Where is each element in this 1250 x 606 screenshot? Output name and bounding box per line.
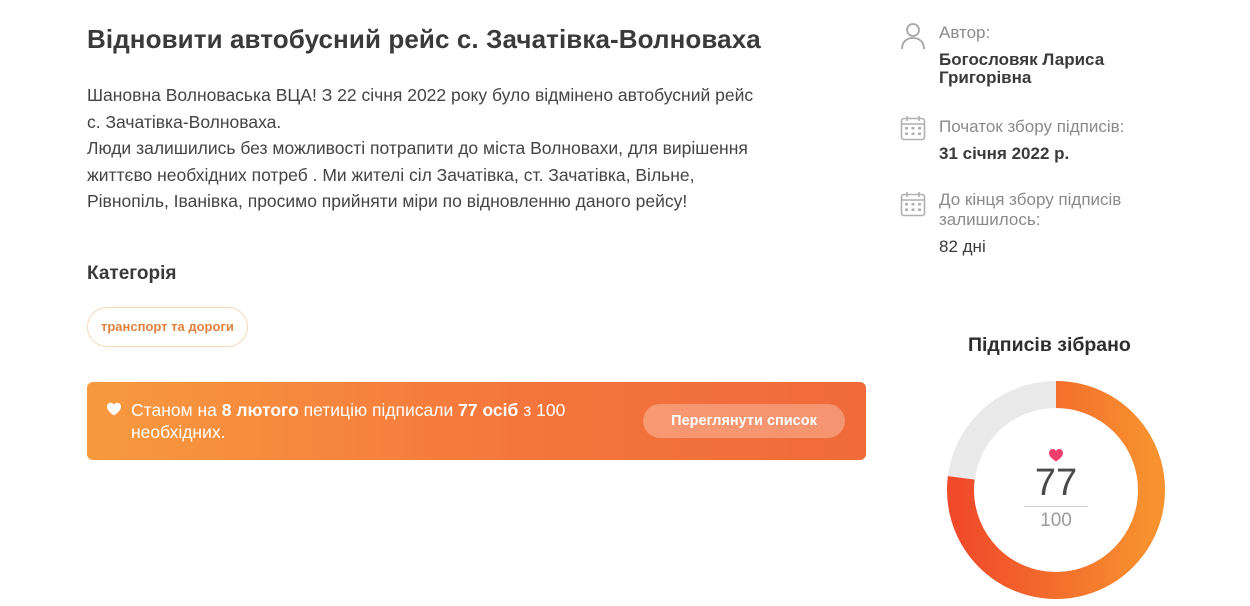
author-name-line: Григорівна bbox=[939, 68, 1032, 87]
remaining-label-line: До кінця збору підписів bbox=[939, 190, 1122, 209]
author-label: Автор: bbox=[939, 23, 991, 42]
start-date-label: Початок збору підписів: bbox=[939, 117, 1125, 136]
remaining-label-line: залишилось: bbox=[939, 210, 1041, 229]
description-line: життєво необхідних потреб . Ми жителі сі… bbox=[87, 164, 695, 185]
divider bbox=[1024, 506, 1088, 507]
calendar-icon bbox=[900, 115, 926, 141]
banner-count: 77 осіб bbox=[458, 400, 519, 420]
user-icon bbox=[900, 22, 926, 50]
description-line: Шановна Волноваська ВЦА! З 22 січня 2022… bbox=[87, 85, 754, 105]
banner-text: Станом на 8 лютого петицію підписали 77 … bbox=[131, 399, 631, 443]
author-name-line: Богословяк Лариса bbox=[939, 50, 1105, 69]
banner-text-prefix: Станом на bbox=[131, 400, 217, 420]
calendar-icon bbox=[900, 191, 926, 217]
signatures-progress-ring: 77 100 bbox=[946, 380, 1166, 600]
banner-date: 8 лютого bbox=[221, 400, 299, 420]
signature-status-banner: Станом на 8 лютого петицію підписали 77 … bbox=[87, 382, 866, 460]
signatures-required: 100 bbox=[1040, 510, 1072, 531]
description-line: Люди залишились без можливості потрапити… bbox=[87, 138, 748, 158]
remaining-value: 82 дні bbox=[939, 237, 986, 256]
view-signers-button[interactable]: Переглянути список bbox=[643, 404, 845, 438]
heart-icon bbox=[1048, 448, 1064, 462]
start-date-value: 31 січня 2022 р. bbox=[939, 144, 1070, 163]
page-title: Відновити автобусний рейс с. Зачатівка-В… bbox=[87, 24, 761, 54]
description-line: с. Зачатівка-Волноваха. bbox=[87, 111, 282, 132]
heart-icon bbox=[106, 401, 122, 417]
petition-description: Шановна Волноваська ВЦА! З 22 січня 2022… bbox=[87, 82, 867, 215]
signatures-title: Підписів зібрано bbox=[968, 334, 1131, 356]
category-heading: Категорія bbox=[87, 263, 177, 284]
signatures-collected: 77 bbox=[1034, 462, 1078, 504]
category-tag[interactable]: транспорт та дороги bbox=[87, 307, 248, 347]
description-line: Рівнопіль, Іванівка, просимо прийняти мі… bbox=[87, 191, 688, 211]
banner-text-middle: петицію підписали bbox=[303, 400, 454, 420]
